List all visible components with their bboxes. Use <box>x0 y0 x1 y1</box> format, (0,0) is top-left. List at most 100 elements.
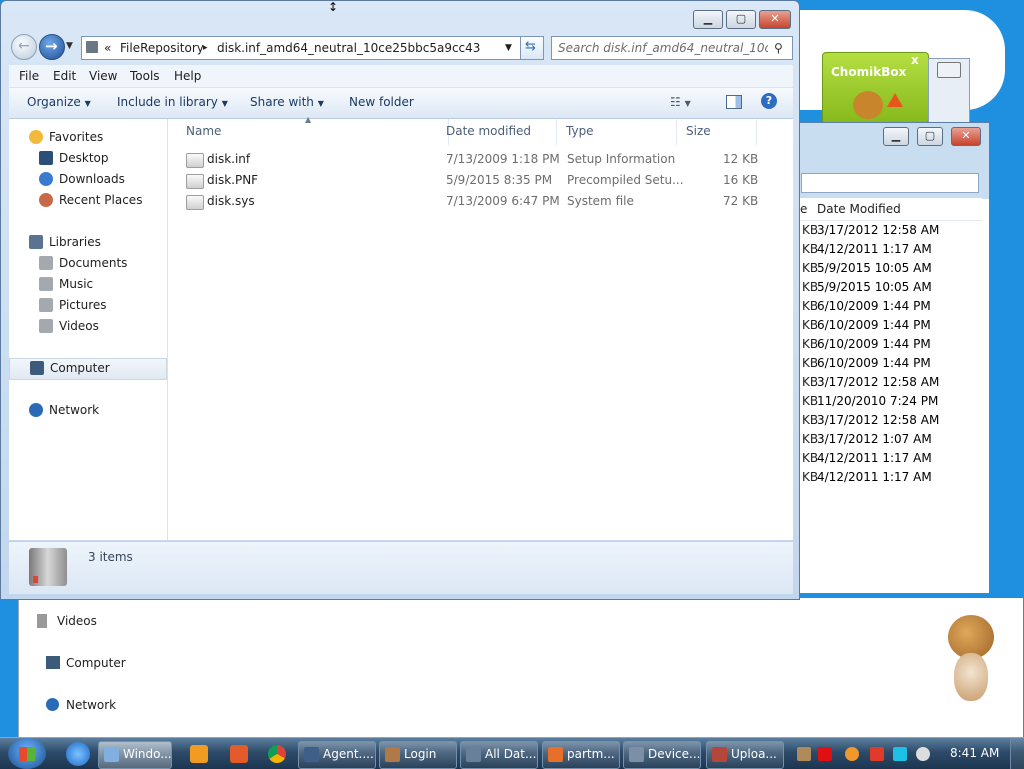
background-close-button[interactable]: ✕ <box>951 127 981 146</box>
menu-help[interactable]: Help <box>174 69 201 83</box>
video-icon <box>37 614 47 628</box>
tray-antivirus-icon[interactable] <box>818 747 832 761</box>
breadcrumb-separator[interactable]: ▸ <box>203 37 208 59</box>
file-icon <box>186 174 204 189</box>
new-folder-button[interactable]: New folder <box>349 95 414 109</box>
tray-flag-icon[interactable] <box>870 747 884 761</box>
background-list-row[interactable]: KB 6/10/2009 1:44 PM <box>802 354 931 373</box>
nav-computer[interactable]: Computer <box>9 358 167 380</box>
maximize-button[interactable]: ▢ <box>726 10 756 29</box>
media-player-icon[interactable] <box>190 745 208 763</box>
share-with-button[interactable]: Share with ▼ <box>250 95 324 109</box>
internet-explorer-icon[interactable] <box>66 742 90 766</box>
forward-button[interactable]: → <box>39 34 65 60</box>
address-dropdown-icon[interactable]: ▼ <box>505 37 512 59</box>
background-nav-network[interactable]: Network <box>46 698 116 712</box>
taskbar-task-button[interactable]: partm... <box>542 741 620 769</box>
drive-light-icon <box>33 576 38 583</box>
background-maximize-button[interactable]: ▢ <box>917 127 943 146</box>
app-icon[interactable] <box>230 745 248 763</box>
background-nav-computer[interactable]: Computer <box>46 656 126 670</box>
background-list-row[interactable]: KB 11/20/2010 7:24 PM <box>802 392 938 411</box>
background-list-row[interactable]: KB 3/17/2012 1:07 AM <box>802 430 932 449</box>
background-list-row[interactable]: KB 6/10/2009 1:44 PM <box>802 297 931 316</box>
taskbar-task-button[interactable]: Uploa... <box>706 741 784 769</box>
background-column-header[interactable]: e Date Modified <box>798 198 982 221</box>
background-nav-videos[interactable]: Videos <box>37 614 97 628</box>
taskbar-task-button[interactable]: Windo... <box>98 741 172 769</box>
background-list-row[interactable]: KB 6/10/2009 1:44 PM <box>802 316 931 335</box>
chevron-down-icon: ▼ <box>221 99 228 108</box>
view-options-icon[interactable]: ☷ ▼ <box>670 95 691 109</box>
chomikbox-widget[interactable]: ChomikBox x <box>822 52 929 124</box>
address-bar[interactable]: « FileRepository ▸ disk.inf_amd64_neutra… <box>81 36 521 60</box>
star-icon <box>29 130 43 144</box>
libraries-icon <box>29 235 43 249</box>
chomikbox-close-button[interactable]: x <box>911 53 919 67</box>
background-list-row[interactable]: KB 6/10/2009 1:44 PM <box>802 335 931 354</box>
menu-tools[interactable]: Tools <box>130 69 160 83</box>
search-icon[interactable]: ⚲ <box>774 37 783 59</box>
taskbar-task-button[interactable]: Login <box>379 741 457 769</box>
menu-edit[interactable]: Edit <box>53 69 76 83</box>
column-header-size[interactable]: Size <box>680 119 757 145</box>
background-size-stub: KB <box>802 280 819 294</box>
menu-file[interactable]: File <box>19 69 39 83</box>
tray-display-icon[interactable] <box>893 747 907 761</box>
background-small-window[interactable] <box>928 58 970 130</box>
breadcrumb-parent[interactable]: FileRepository <box>120 37 204 59</box>
start-button[interactable] <box>8 738 46 769</box>
recent-pages-dropdown-icon[interactable]: ▼ <box>66 41 73 51</box>
file-row[interactable]: disk.sys 7/13/2009 6:47 PM System file 72 K… <box>186 191 786 212</box>
taskbar-task-button[interactable]: Agent.... <box>298 741 376 769</box>
background-date-modified-header[interactable]: Date Modified <box>817 202 901 216</box>
search-input[interactable]: Search disk.inf_amd64_neutral_10ce25... … <box>551 36 793 60</box>
background-list-row[interactable]: KB 3/17/2012 12:58 AM <box>802 411 939 430</box>
breadcrumb-chevron[interactable]: « <box>104 37 111 59</box>
background-date: 4/12/2011 1:17 AM <box>817 451 932 465</box>
file-icon <box>186 153 204 168</box>
background-list-row[interactable]: KB 4/12/2011 1:17 AM <box>802 468 932 487</box>
background-search-field[interactable] <box>801 173 979 193</box>
clock[interactable]: 8:41 AM <box>950 746 999 760</box>
help-icon[interactable]: ? <box>761 93 777 109</box>
close-button[interactable]: ✕ <box>759 10 791 29</box>
back-arrow-icon: ← <box>18 38 30 54</box>
back-button[interactable]: ← <box>11 34 37 60</box>
include-in-library-button[interactable]: Include in library ▼ <box>117 95 228 109</box>
tray-hamster-icon[interactable] <box>797 747 811 761</box>
background-small-close-button[interactable] <box>937 62 961 78</box>
chrome-icon[interactable] <box>268 745 286 763</box>
background-explorer-window[interactable]: Videos Computer Network <box>18 590 204 737</box>
background-list-row[interactable]: KB 3/17/2012 12:58 AM <box>802 221 939 240</box>
show-desktop-button[interactable] <box>1010 738 1024 769</box>
taskbar-task-button[interactable]: Device... <box>623 741 701 769</box>
menu-view[interactable]: View <box>89 69 117 83</box>
file-name: disk.sys <box>207 194 255 208</box>
minimize-button[interactable]: ▁ <box>693 10 723 29</box>
background-list-row[interactable]: KB 5/9/2015 10:05 AM <box>802 259 932 278</box>
taskbar-task-button[interactable]: All Dat... <box>460 741 538 769</box>
background-date: 3/17/2012 12:58 AM <box>817 375 940 389</box>
organize-button[interactable]: Organize ▼ <box>27 95 91 109</box>
column-header-type[interactable]: Type <box>560 119 677 145</box>
background-minimize-button[interactable]: ▁ <box>883 127 909 146</box>
background-list-row[interactable]: KB 4/12/2011 1:17 AM <box>802 240 932 259</box>
tray-search-icon[interactable] <box>845 747 859 761</box>
column-header-date-modified[interactable]: Date modified <box>440 119 557 145</box>
preview-pane-icon[interactable] <box>726 95 742 109</box>
background-list-row[interactable]: KB 4/12/2011 1:17 AM <box>802 449 932 468</box>
file-row[interactable]: disk.PNF 5/9/2015 8:35 PM Precompiled Setu… <box>186 170 786 191</box>
column-header-name[interactable]: Name <box>178 119 449 145</box>
background-size-stub: KB <box>802 432 819 446</box>
task-label: Windo... <box>123 747 172 761</box>
refresh-button[interactable]: ⇆ <box>520 36 544 60</box>
recent-places-icon <box>39 193 53 207</box>
file-row[interactable]: disk.inf 7/13/2009 1:18 PM Setup Informati… <box>186 149 786 170</box>
background-list-row[interactable]: KB 3/17/2012 12:58 AM <box>802 373 939 392</box>
task-app-icon <box>304 747 319 762</box>
background-list-row[interactable]: KB 5/9/2015 10:05 AM <box>802 278 932 297</box>
tray-volume-icon[interactable] <box>916 747 930 761</box>
breadcrumb-current[interactable]: disk.inf_amd64_neutral_10ce25bbc5a9cc43 <box>217 37 480 59</box>
explorer-window[interactable]: ▁ ▢ ✕ ← → ▼ « FileRepository ▸ disk.inf_… <box>0 0 800 600</box>
